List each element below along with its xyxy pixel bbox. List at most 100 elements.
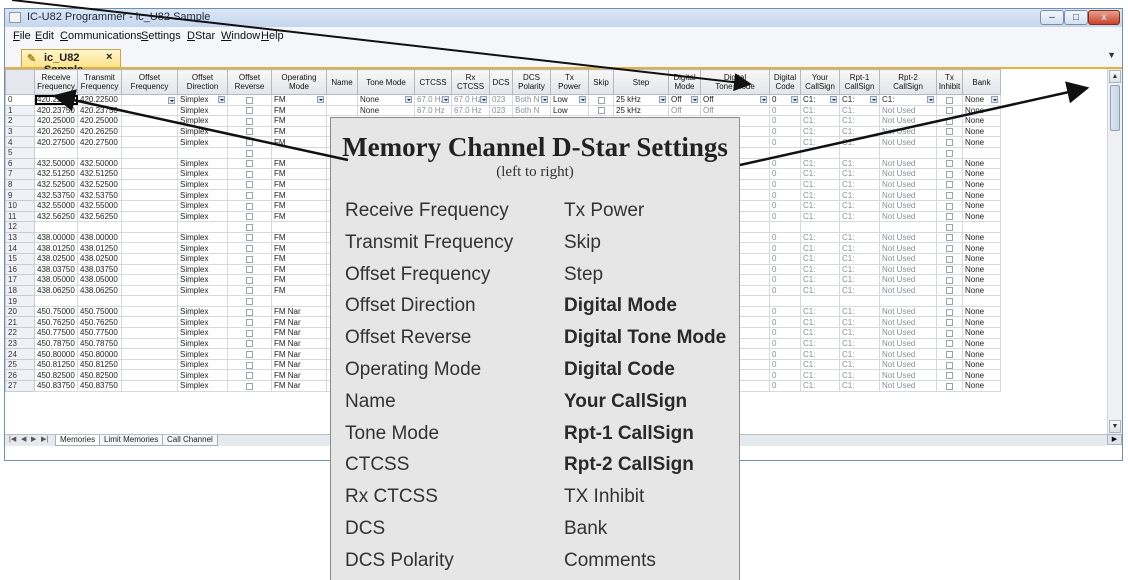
grid-cell[interactable] — [936, 146, 963, 159]
grid-cell[interactable] — [936, 252, 963, 265]
checkbox[interactable] — [946, 96, 953, 104]
grid-cell[interactable]: 0 — [769, 348, 801, 360]
grid-cell[interactable]: FM — [271, 263, 327, 276]
grid-cell[interactable]: 432.55000 — [77, 199, 122, 212]
grid-cell[interactable] — [588, 104, 614, 117]
grid-cell[interactable]: 438.06250 — [77, 284, 122, 297]
grid-cell[interactable]: FM — [271, 125, 327, 138]
checkbox[interactable] — [246, 170, 253, 178]
grid-cell[interactable]: Simplex — [177, 380, 228, 392]
grid-cell[interactable]: Off — [668, 94, 701, 106]
grid-cell[interactable] — [227, 221, 272, 233]
last-sheet-icon[interactable]: ▶| — [41, 435, 48, 443]
grid-cell[interactable]: 438.00000 — [34, 231, 78, 244]
grid-cell[interactable]: Not Used — [879, 284, 937, 297]
grid-cell[interactable]: FM — [271, 199, 327, 212]
grid-cell[interactable]: None — [962, 337, 1001, 350]
scroll-thumb[interactable] — [1110, 85, 1120, 131]
grid-cell[interactable]: C1: — [839, 305, 880, 318]
dropdown-arrow-icon[interactable] — [760, 96, 767, 104]
grid-cell[interactable]: FM — [271, 284, 327, 297]
grid-cell[interactable]: C1: — [839, 157, 880, 170]
next-sheet-icon[interactable]: ▶ — [31, 435, 36, 443]
checkbox[interactable] — [946, 372, 953, 380]
grid-cell[interactable]: C1: — [800, 284, 840, 297]
column-header[interactable]: Rx CTCSS — [451, 69, 490, 95]
grid-cell[interactable] — [936, 380, 963, 392]
checkbox[interactable] — [246, 234, 253, 242]
grid-cell[interactable]: Not Used — [879, 348, 937, 360]
grid-cell[interactable]: FM — [271, 168, 327, 180]
grid-cell[interactable] — [936, 337, 963, 350]
grid-cell[interactable]: FM — [271, 104, 327, 117]
grid-cell[interactable]: FM Nar — [271, 348, 327, 360]
grid-cell[interactable]: Simplex — [177, 348, 228, 360]
grid-cell[interactable]: Not Used — [879, 125, 937, 138]
grid-cell[interactable]: C1: — [800, 274, 840, 286]
column-header[interactable]: Offset Reverse — [227, 69, 272, 95]
grid-cell[interactable] — [121, 178, 178, 191]
checkbox[interactable] — [946, 213, 953, 221]
menu-communications[interactable]: Communications — [60, 30, 142, 42]
grid-cell[interactable]: 450.83750 — [77, 380, 122, 392]
grid-cell[interactable] — [121, 327, 178, 339]
grid-cell[interactable]: 432.56250 — [34, 210, 78, 223]
dropdown-arrow-icon[interactable] — [442, 96, 449, 104]
grid-cell[interactable]: Simplex — [177, 305, 228, 318]
grid-cell[interactable]: FM Nar — [271, 369, 327, 382]
grid-cell[interactable]: Simplex — [177, 210, 228, 223]
grid-cell[interactable]: None — [962, 210, 1001, 223]
scroll-up-icon[interactable]: ▲ — [1109, 70, 1121, 83]
checkbox[interactable] — [946, 340, 953, 348]
column-header[interactable]: DCS Polarity — [512, 69, 551, 95]
dropdown-arrow-icon[interactable] — [830, 96, 837, 104]
grid-cell[interactable]: None — [962, 94, 1001, 106]
grid-cell[interactable] — [121, 348, 178, 360]
checkbox[interactable] — [246, 202, 253, 210]
title-bar[interactable]: IC-U82 Programmer - ic_U82 Sample – □ x — [5, 9, 1122, 28]
grid-cell[interactable] — [227, 231, 272, 244]
grid-cell[interactable]: FM — [271, 274, 327, 286]
grid-cell[interactable]: C1: — [800, 316, 840, 329]
grid-cell[interactable]: 25 kHz — [613, 94, 669, 106]
grid-cell[interactable]: Not Used — [879, 157, 937, 170]
grid-cell[interactable]: C1: — [800, 157, 840, 170]
grid-cell[interactable]: 450.76250 — [34, 316, 78, 329]
dropdown-arrow-icon[interactable] — [218, 96, 225, 104]
grid-cell[interactable] — [177, 295, 228, 307]
grid-cell[interactable] — [121, 104, 178, 117]
grid-cell[interactable] — [879, 221, 937, 233]
grid-cell[interactable]: C1: — [839, 327, 880, 339]
grid-cell[interactable]: FM — [271, 252, 327, 265]
grid-cell[interactable]: FM — [271, 136, 327, 148]
grid-cell[interactable]: 432.53750 — [34, 189, 78, 201]
grid-cell[interactable]: None — [962, 369, 1001, 382]
grid-cell[interactable]: C1: — [800, 231, 840, 244]
grid-cell[interactable]: 450.77500 — [34, 327, 78, 339]
grid-cell[interactable] — [121, 252, 178, 265]
grid-cell[interactable]: Simplex — [177, 369, 228, 382]
grid-cell[interactable]: Low — [550, 94, 589, 106]
checkbox[interactable] — [946, 128, 953, 136]
column-header[interactable]: Operating Mode — [271, 69, 327, 95]
grid-cell[interactable]: 438.01250 — [34, 242, 78, 254]
grid-cell[interactable]: None — [962, 168, 1001, 180]
grid-cell[interactable] — [34, 221, 78, 233]
grid-cell[interactable]: FM Nar — [271, 380, 327, 392]
dropdown-arrow-icon[interactable] — [168, 96, 175, 104]
grid-cell[interactable]: Simplex — [177, 337, 228, 350]
checkbox[interactable] — [946, 319, 953, 327]
checkbox[interactable] — [246, 340, 253, 348]
document-tab[interactable]: ✎ ic_U82 Sample × — [21, 49, 121, 76]
checkbox[interactable] — [946, 107, 953, 115]
grid-cell[interactable]: Not Used — [879, 316, 937, 329]
grid-cell[interactable]: 432.52500 — [77, 178, 122, 191]
menu-window[interactable]: Window — [221, 30, 260, 42]
grid-cell[interactable] — [936, 231, 963, 244]
menu-settings[interactable]: Settings — [141, 30, 181, 42]
grid-cell[interactable] — [800, 221, 840, 233]
grid-cell[interactable]: C1: — [839, 337, 880, 350]
column-header[interactable]: Transmit Frequency — [77, 69, 122, 95]
grid-cell[interactable] — [77, 295, 122, 307]
grid-cell[interactable]: FM — [271, 210, 327, 223]
